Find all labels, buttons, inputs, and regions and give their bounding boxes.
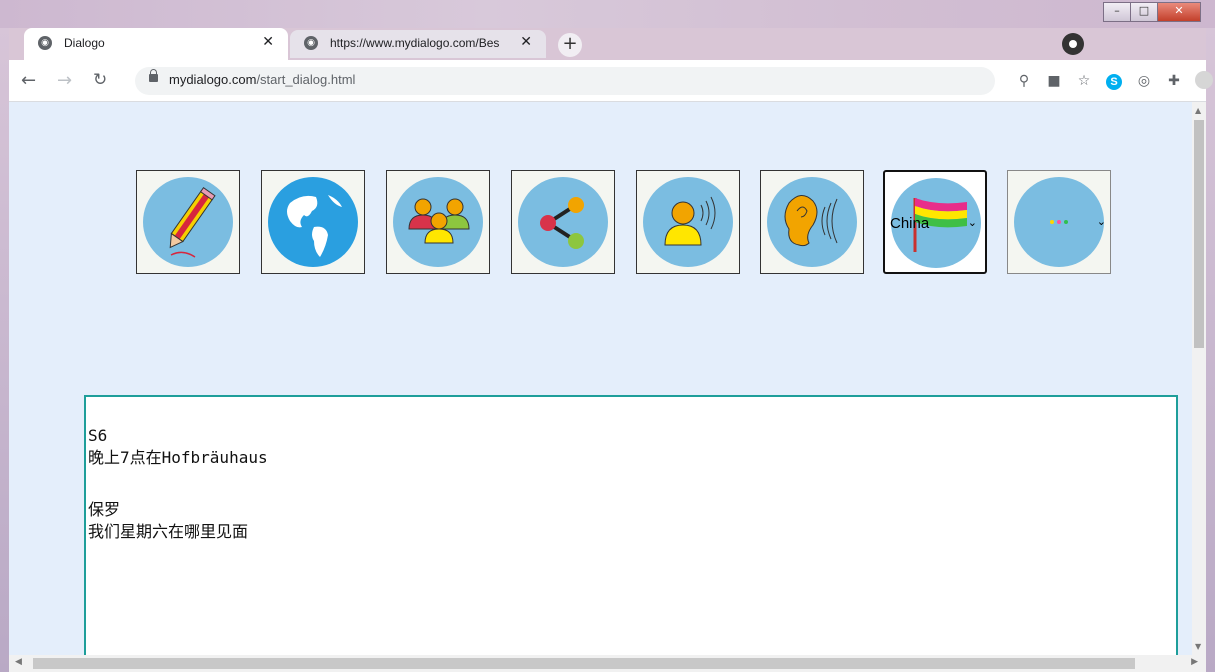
tab-dialogo[interactable]: ◉ Dialogo ✕ — [24, 28, 288, 60]
page-content: China ⌄ ⌄ S6 晚上7点在Hofbräuhaus 保罗 我们星期六在哪… — [9, 102, 1192, 655]
star-icon[interactable]: ☆ — [1069, 71, 1099, 95]
forward-icon[interactable]: → — [57, 70, 72, 91]
skype-icon[interactable]: S — [1099, 71, 1129, 95]
tab-title: https://www.mydialogo.com/Bes — [330, 36, 500, 50]
speaker-tool-button[interactable] — [636, 170, 740, 274]
extension-icons: ⚲ ■ ☆ S ◎ ✚ ⋮ — [1009, 71, 1215, 95]
message-text: 我们星期六在哪里见面 — [88, 522, 249, 541]
language-select[interactable]: China ⌄ — [883, 170, 987, 274]
globe-tool-button[interactable] — [261, 170, 365, 274]
title-bar — [0, 0, 1215, 28]
media-control-icon[interactable] — [1062, 33, 1084, 55]
minimize-button[interactable]: – — [1103, 2, 1131, 22]
share-icon — [540, 197, 584, 249]
dots-icon — [1050, 220, 1068, 224]
message-block: S6 晚上7点在Hofbräuhaus — [88, 425, 268, 469]
message-block: 保罗 我们星期六在哪里见面 — [88, 499, 248, 543]
listen-tool-button[interactable] — [760, 170, 864, 274]
profile-icon[interactable] — [1189, 71, 1215, 95]
scroll-right-icon[interactable]: ▶ — [1191, 657, 1198, 667]
camera-icon[interactable]: ■ — [1039, 71, 1069, 95]
pencil-tool-button[interactable] — [136, 170, 240, 274]
reload-icon[interactable]: ↻ — [93, 70, 107, 90]
url-text[interactable]: mydialogo.com/start_dialog.html — [169, 72, 355, 87]
window-controls: – □ ✕ — [1103, 2, 1201, 22]
ear-icon — [784, 195, 838, 247]
scroll-left-icon[interactable]: ◀ — [15, 657, 22, 667]
message-speaker: 保罗 — [88, 500, 121, 519]
chevron-down-icon: ⌄ — [967, 216, 977, 229]
color-select[interactable]: ⌄ — [1007, 170, 1111, 274]
message-speaker: S6 — [88, 426, 108, 445]
window-frame-left — [0, 28, 9, 672]
speaker-icon — [664, 196, 716, 246]
maximize-button[interactable]: □ — [1130, 2, 1158, 22]
pencil-icon — [169, 186, 216, 258]
lock-icon — [149, 69, 158, 82]
back-icon[interactable]: ← — [21, 70, 36, 91]
group-icon — [408, 198, 470, 244]
tab-title: Dialogo — [64, 36, 105, 50]
new-tab-button[interactable]: + — [558, 33, 582, 57]
window-frame-right — [1206, 28, 1215, 672]
scroll-thumb[interactable] — [1194, 120, 1204, 348]
globe-icon: ◉ — [304, 36, 318, 50]
horizontal-scrollbar[interactable]: ◀ ▶ — [9, 655, 1206, 672]
tab-mydialogo-url[interactable]: ◉ https://www.mydialogo.com/Bes ✕ — [290, 30, 546, 58]
close-window-button[interactable]: ✕ — [1157, 2, 1201, 22]
scroll-down-icon[interactable]: ▼ — [1195, 642, 1201, 651]
browser-toolbar: ← → ↻ mydialogo.com/start_dialog.html ⚲ … — [9, 60, 1213, 102]
scroll-up-icon[interactable]: ▲ — [1195, 106, 1201, 115]
vertical-scrollbar[interactable]: ▲ ▼ — [1192, 102, 1206, 655]
address-bar[interactable]: mydialogo.com/start_dialog.html — [135, 67, 995, 95]
dialog-text-area[interactable]: S6 晚上7点在Hofbräuhaus 保罗 我们星期六在哪里见面 — [84, 395, 1178, 655]
language-select-value: China — [890, 215, 930, 232]
globe-icon — [287, 195, 342, 257]
globe-icon: ◉ — [38, 36, 52, 50]
vpn-icon[interactable]: ◎ — [1129, 71, 1159, 95]
group-tool-button[interactable] — [386, 170, 490, 274]
tab-close-icon[interactable]: ✕ — [520, 34, 532, 50]
puzzle-icon[interactable]: ✚ — [1159, 71, 1189, 95]
share-tool-button[interactable] — [511, 170, 615, 274]
scroll-thumb[interactable] — [33, 658, 1135, 669]
chevron-down-icon: ⌄ — [1096, 215, 1106, 228]
location-icon[interactable]: ⚲ — [1009, 71, 1039, 95]
tab-close-icon[interactable]: ✕ — [262, 34, 274, 50]
message-text: 晚上7点在Hofbräuhaus — [88, 448, 268, 467]
